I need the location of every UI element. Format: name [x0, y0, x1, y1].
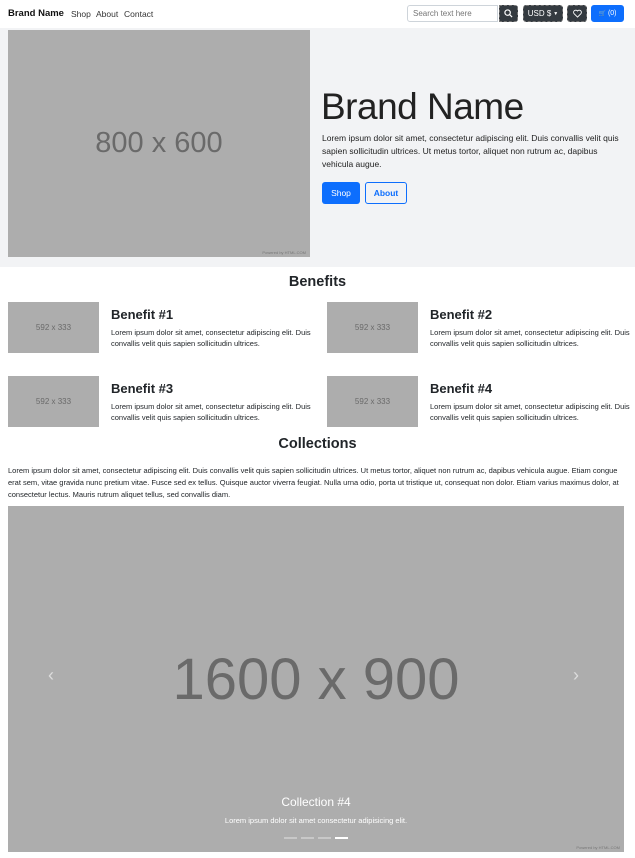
heart-icon [572, 9, 582, 18]
hero-text: Lorem ipsum dolor sit amet, consectetur … [322, 133, 619, 169]
benefit-4-image-label: 592 x 333 [354, 397, 391, 406]
benefit-3-title: Benefit #3 [111, 381, 174, 396]
benefits-title: Benefits [288, 274, 347, 290]
hero-about-button[interactable]: About [365, 182, 407, 204]
benefit-1-text: Lorem ipsum dolor sit amet, consectetur … [111, 328, 311, 348]
hero-title: Brand Name [321, 86, 524, 127]
benefit-2-image: 592 x 333 [327, 302, 418, 353]
nav-link-shop[interactable]: Shop [71, 9, 91, 19]
cart-count: (0) [607, 10, 617, 17]
currency-dropdown[interactable]: USD $ ▼ [523, 5, 563, 22]
cart-button[interactable]: 🛒 (0) [591, 5, 624, 22]
search-icon [504, 9, 513, 18]
nav-link-contact[interactable]: Contact [124, 9, 153, 19]
wishlist-button[interactable] [567, 5, 587, 22]
hero-image: 800 x 600 Powered by HTML.COM [8, 30, 310, 257]
navbar: Brand Name Shop About Contact USD $ ▼ 🛒 … [0, 0, 635, 28]
carousel-image-label: 1600 x 900 [172, 646, 460, 712]
benefit-3-image-label: 592 x 333 [35, 397, 72, 406]
navbar-brand[interactable]: Brand Name [8, 8, 64, 19]
carousel-caption-title: Collection #4 [281, 795, 351, 809]
nav-link-about[interactable]: About [96, 9, 118, 19]
carousel-next-button[interactable]: › [573, 665, 579, 686]
cart-icon: 🛒 [598, 11, 606, 17]
benefit-1-image-label: 592 x 333 [35, 323, 72, 332]
benefit-4-image: 592 x 333 [327, 376, 418, 427]
carousel-indicator-2[interactable] [301, 837, 314, 839]
benefit-1-title: Benefit #1 [111, 307, 174, 322]
hero-shop-button[interactable]: Shop [322, 182, 360, 204]
carousel-caption-text: Lorem ipsum dolor sit amet consectetur a… [224, 816, 408, 825]
chevron-down-icon: ▼ [553, 10, 559, 17]
benefit-2-title: Benefit #2 [430, 307, 493, 322]
benefit-2-text: Lorem ipsum dolor sit amet, consectetur … [430, 328, 630, 348]
benefit-1-image: 592 x 333 [8, 302, 99, 353]
benefit-4-title: Benefit #4 [430, 381, 493, 396]
carousel-prev-button[interactable]: ‹ [48, 665, 54, 686]
hero-image-label: 800 x 600 [95, 127, 223, 159]
carousel-indicator-4[interactable] [335, 837, 348, 839]
search-input[interactable] [407, 5, 498, 22]
carousel-image-credit: Powered by HTML.COM [576, 845, 620, 850]
search-button[interactable] [499, 5, 518, 22]
hero-image-credit: Powered by HTML.COM [262, 250, 306, 255]
carousel-indicator-3[interactable] [318, 837, 331, 839]
benefit-4-text: Lorem ipsum dolor sit amet, consectetur … [430, 402, 630, 422]
carousel-indicator-1[interactable] [284, 837, 297, 839]
benefit-3-text: Lorem ipsum dolor sit amet, consectetur … [111, 402, 311, 422]
benefit-2-image-label: 592 x 333 [354, 323, 391, 332]
collections-text: Lorem ipsum dolor sit amet, consectetur … [8, 466, 619, 499]
collections-title: Collections [278, 436, 357, 452]
benefit-3-image: 592 x 333 [8, 376, 99, 427]
currency-label: USD $ [527, 9, 552, 18]
